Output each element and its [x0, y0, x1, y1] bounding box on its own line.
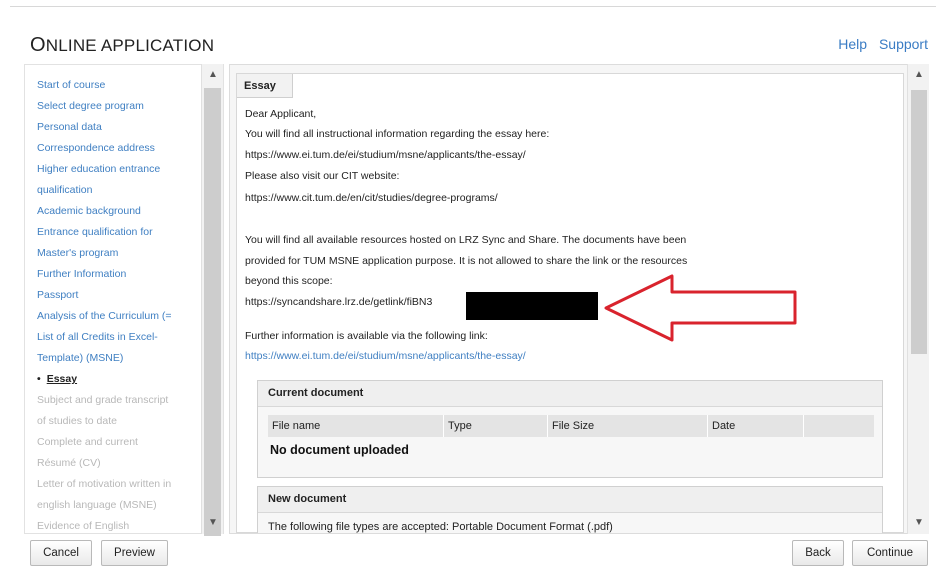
sidebar-list: Start of course Select degree program Pers… — [37, 75, 207, 533]
column-type: Type — [444, 415, 548, 437]
sidebar-item: Subject and grade transcript — [37, 394, 169, 406]
sidebar-item: Complete and current — [37, 436, 138, 448]
sidebar-item[interactable]: Start of course — [37, 75, 207, 96]
page-title: ONLINE APPLICATION — [30, 34, 215, 56]
sidebar-scrollbar[interactable]: ▲ ▼ — [201, 64, 224, 536]
file-table-header: File name Type File Size Date — [268, 415, 874, 437]
sidebar-item[interactable]: Entrance qualification for — [37, 222, 207, 243]
continue-button[interactable]: Continue — [852, 540, 928, 566]
column-actions — [804, 415, 874, 437]
sidebar-scroll-thumb[interactable] — [204, 88, 221, 536]
main-scroll-thumb[interactable] — [911, 90, 927, 354]
cit-url-text[interactable]: https://www.cit.tum.de/en/cit/studies/de… — [245, 192, 498, 204]
sidebar-item[interactable]: Academic background — [37, 201, 207, 222]
sidebar-item: english language (MSNE) — [37, 499, 157, 511]
scroll-down-icon[interactable]: ▼ — [202, 514, 224, 532]
main-scroll-up-icon[interactable]: ▲ — [908, 66, 930, 84]
sidebar-item[interactable]: Higher education entrance — [37, 159, 207, 180]
sidebar-item[interactable]: Analysis of the Curriculum (= — [37, 306, 207, 327]
sidebar-item[interactable]: qualification — [37, 180, 207, 201]
cit-text: Please also visit our CIT website: — [245, 170, 400, 182]
scroll-up-icon[interactable]: ▲ — [202, 66, 224, 84]
instruction-text: You will find all instructional informat… — [245, 128, 550, 140]
back-button[interactable]: Back — [792, 540, 844, 566]
redacted-box — [466, 292, 598, 320]
further-info-text: Further information is available via the… — [245, 330, 488, 342]
sidebar-nav: Start of course Select degree program Pers… — [24, 64, 224, 534]
current-document-box: Current document File name Type File Siz… — [257, 380, 883, 478]
help-links: Help Support — [830, 36, 928, 52]
greeting-text: Dear Applicant, — [245, 108, 317, 120]
sidebar-item: Letter of motivation written in — [37, 478, 172, 490]
help-link[interactable]: Help — [838, 36, 867, 52]
sidebar-item: Résumé (CV) — [37, 457, 101, 469]
resources-text-2: provided for TUM MSNE application purpos… — [245, 255, 688, 267]
resources-text: You will find all available resources ho… — [245, 234, 687, 246]
sync-share-link[interactable]: https://syncandshare.lrz.de/getlink/fiBN… — [245, 296, 432, 308]
main-scroll-down-icon[interactable]: ▼ — [908, 514, 930, 532]
sidebar-item: Evidence of English — [37, 520, 130, 532]
cancel-button[interactable]: Cancel — [30, 540, 92, 566]
sidebar-item[interactable]: Personal data — [37, 117, 207, 138]
sidebar-item[interactable]: Template) (MSNE) — [37, 348, 207, 369]
sidebar-item[interactable]: Passport — [37, 285, 207, 306]
support-link[interactable]: Support — [879, 36, 928, 52]
sidebar-item[interactable]: Essay — [37, 369, 207, 390]
current-document-title: Current document — [258, 381, 882, 407]
accepted-types-text: The following file types are accepted: P… — [268, 521, 613, 533]
column-date: Date — [708, 415, 804, 437]
new-document-title: New document — [258, 487, 882, 513]
essay-url-text[interactable]: https://www.ei.tum.de/ei/studium/msne/ap… — [245, 149, 526, 161]
column-file-size: File Size — [548, 415, 708, 437]
sidebar-item[interactable]: Master's program — [37, 243, 207, 264]
new-document-box: New document The following file types ar… — [257, 486, 883, 533]
sidebar-item[interactable]: Correspondence address — [37, 138, 207, 159]
empty-document-message: No document uploaded — [270, 443, 409, 457]
preview-button[interactable]: Preview — [101, 540, 168, 566]
sidebar-item[interactable]: Further Information — [37, 264, 207, 285]
sidebar-item[interactable]: Select degree program — [37, 96, 207, 117]
further-info-link[interactable]: https://www.ei.tum.de/ei/studium/msne/ap… — [245, 350, 526, 362]
tab-essay[interactable]: Essay — [237, 74, 293, 98]
sidebar-item[interactable]: List of all Credits in Excel- — [37, 327, 207, 348]
sidebar-item: of studies to date — [37, 415, 117, 427]
scope-text: beyond this scope: — [245, 275, 333, 287]
column-file-name: File name — [268, 415, 444, 437]
main-scrollbar[interactable]: ▲ ▼ — [907, 64, 929, 534]
